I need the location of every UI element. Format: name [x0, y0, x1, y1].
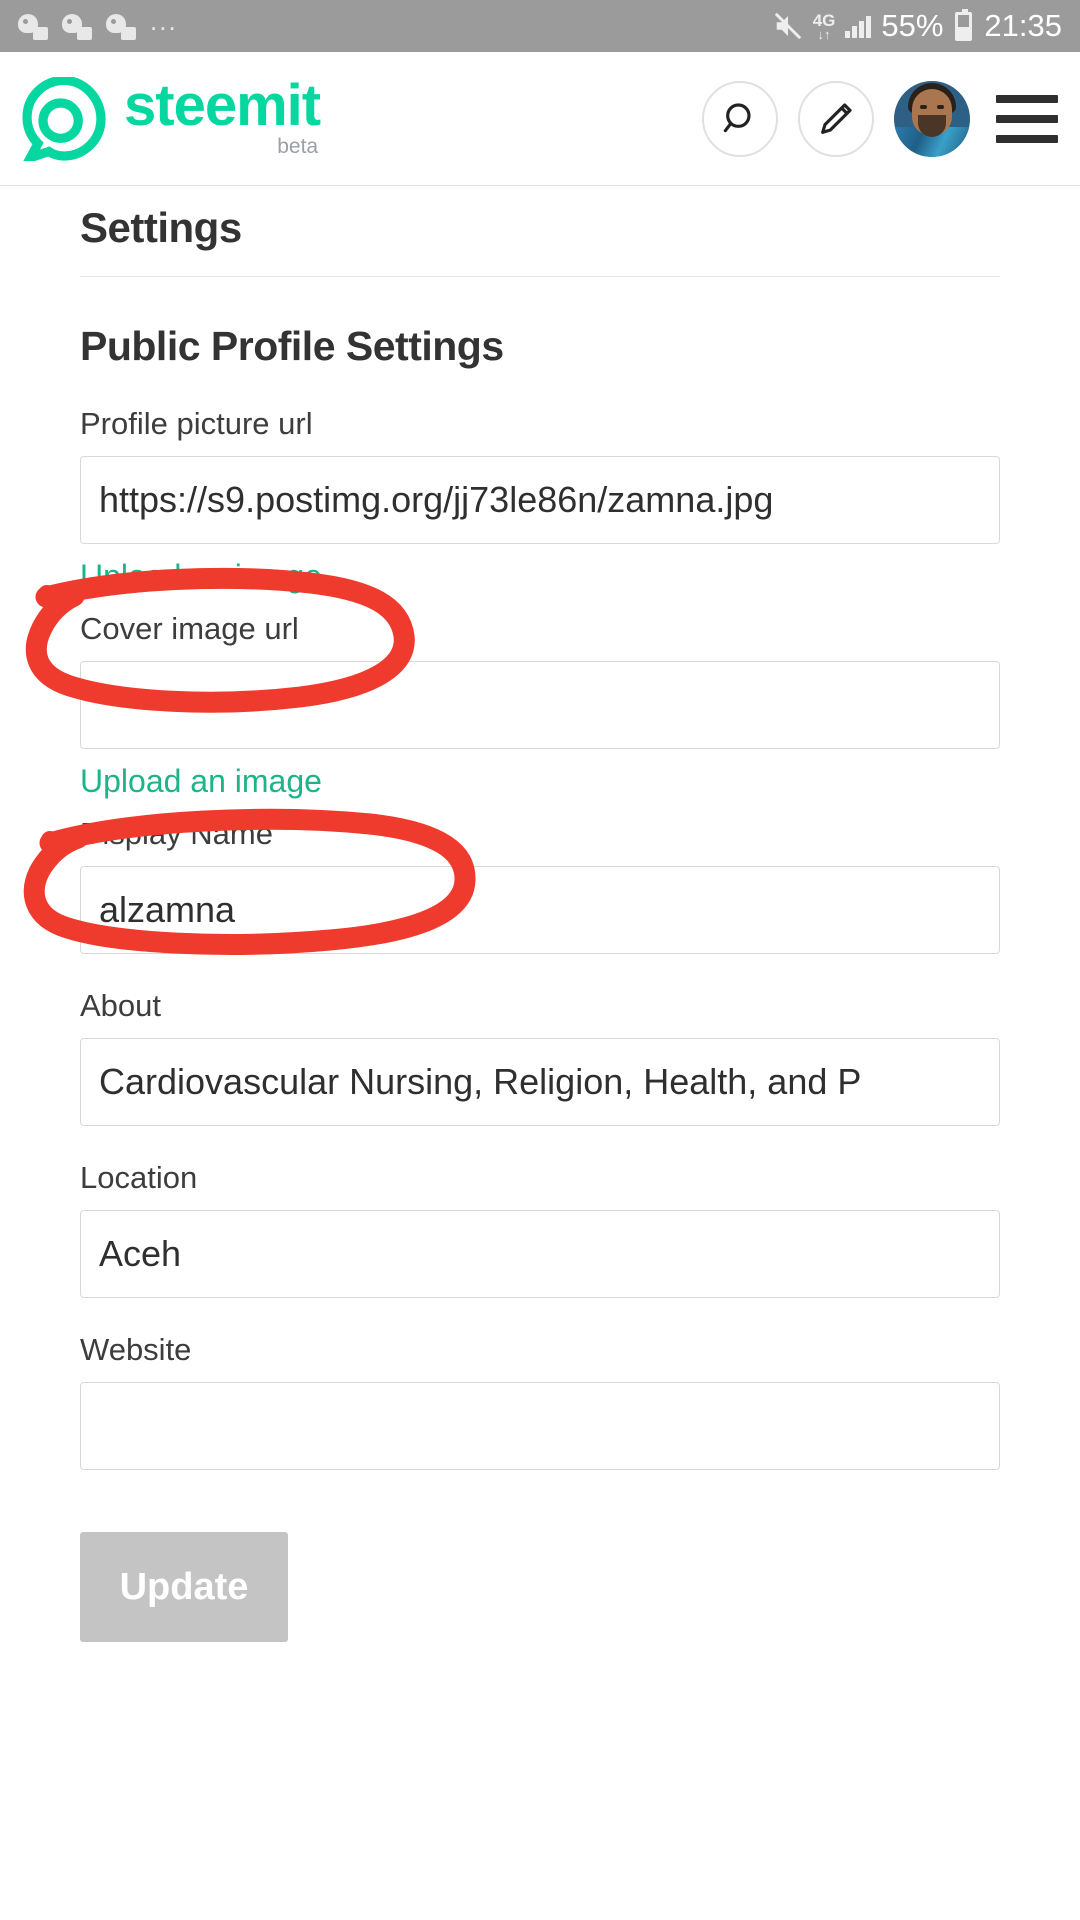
signal-bars-icon: [845, 14, 872, 38]
header-actions: [702, 80, 1058, 157]
input-cover-image-url[interactable]: [80, 661, 1000, 749]
app-header: steemit beta: [0, 52, 1080, 186]
user-avatar[interactable]: [894, 80, 970, 157]
input-website[interactable]: [80, 1382, 1000, 1470]
pencil-icon: [821, 102, 852, 134]
upload-image-link-profile[interactable]: Upload an image: [80, 558, 322, 595]
steemit-logo-link[interactable]: steemit beta: [22, 72, 321, 161]
messenger-notification-icon: [62, 11, 92, 41]
search-icon: [723, 102, 751, 132]
label-profile-picture-url: Profile picture url: [80, 406, 313, 441]
field-location: Location Aceh: [80, 1160, 1000, 1298]
status-bar-clock: 21:35: [984, 8, 1062, 43]
input-profile-picture-url[interactable]: https://s9.postimg.org/jj73le86n/zamna.j…: [80, 456, 1000, 544]
network-type-label: 4G: [812, 10, 836, 30]
phone-screen: ... 4G ↓↑ 55% 21:35 steemit beta Setting…: [0, 0, 1080, 1920]
title-divider: [80, 276, 1000, 277]
field-display-name: Display Name alzamna: [80, 816, 1000, 954]
data-transfer-arrows: ↓↑: [817, 26, 831, 42]
steemit-logo-icon: [22, 76, 106, 161]
input-about[interactable]: Cardiovascular Nursing, Religion, Health…: [80, 1038, 1000, 1126]
label-cover-image-url: Cover image url: [80, 611, 299, 646]
field-website: Website: [80, 1332, 1000, 1470]
messenger-notification-icon: [106, 11, 136, 41]
section-title-public-profile: Public Profile Settings: [80, 323, 504, 369]
search-button[interactable]: [702, 80, 778, 157]
input-display-name[interactable]: alzamna: [80, 866, 1000, 954]
mute-icon: [774, 13, 801, 39]
field-profile-picture-url: Profile picture url https://s9.postimg.o…: [80, 406, 1000, 611]
battery-icon: [955, 8, 973, 41]
network-type-indicator: 4G ↓↑: [813, 12, 836, 41]
label-location: Location: [80, 1160, 198, 1195]
status-bar-notifications: ...: [18, 6, 178, 41]
hamburger-menu-icon[interactable]: [996, 94, 1058, 143]
page-title: Settings: [80, 204, 242, 251]
input-location[interactable]: Aceh: [80, 1210, 1000, 1298]
upload-image-link-cover[interactable]: Upload an image: [80, 763, 322, 800]
update-button[interactable]: Update: [80, 1532, 288, 1642]
field-cover-image-url: Cover image url Upload an image: [80, 611, 1000, 816]
battery-percent-label: 55%: [881, 8, 944, 43]
field-about: About Cardiovascular Nursing, Religion, …: [80, 988, 1000, 1126]
compose-post-button[interactable]: [798, 80, 874, 157]
status-bar: ... 4G ↓↑ 55% 21:35: [0, 0, 1080, 52]
label-display-name: Display Name: [80, 816, 273, 851]
brand-beta-tag: beta: [277, 135, 319, 159]
settings-content: Settings Public Profile Settings Profile…: [0, 204, 1080, 1642]
label-about: About: [80, 988, 162, 1023]
notification-overflow-dots: ...: [150, 6, 178, 36]
brand-text-block: steemit beta: [124, 72, 321, 159]
messenger-notification-icon: [18, 11, 48, 41]
brand-name: steemit: [124, 72, 321, 138]
status-bar-system-icons: 4G ↓↑ 55% 21:35: [773, 8, 1062, 44]
label-website: Website: [80, 1332, 192, 1367]
